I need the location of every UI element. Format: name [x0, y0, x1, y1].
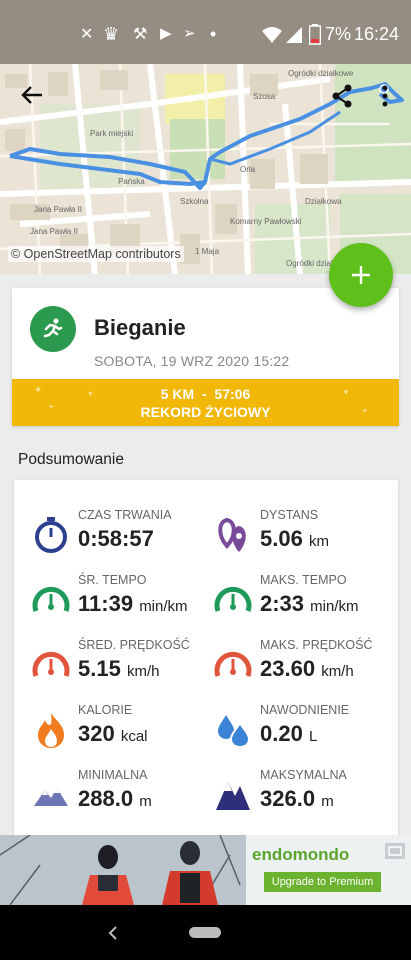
- map-label: Działkowa: [305, 197, 342, 206]
- wifi-icon: [262, 27, 282, 43]
- system-nav-bar: [0, 905, 411, 960]
- mountain-icon: [216, 782, 250, 810]
- ad-brand: endomondo: [252, 845, 350, 864]
- stat-value: 326.0 m: [260, 786, 334, 811]
- record-distance-time: 5 KM - 57:06: [160, 386, 251, 402]
- ad-info-icon[interactable]: [385, 843, 405, 859]
- route-map[interactable]: Ogródki działkowe Park miejski Pańska Sz…: [0, 64, 411, 274]
- stat-value: 11:39 min/km: [78, 591, 188, 616]
- speed-gauge-icon: [214, 652, 252, 677]
- sparkle-icon: ✦: [342, 387, 350, 397]
- clock: 16:24: [354, 24, 400, 44]
- map-label: 1 Maja: [195, 247, 220, 256]
- stat-value: 2:33 min/km: [260, 591, 359, 616]
- stat-label: CZAS TRWANIA: [78, 508, 172, 522]
- stat-value: 320 kcal: [78, 721, 148, 746]
- map-attribution[interactable]: © OpenStreetMap contributors: [8, 246, 184, 262]
- stat-distance: DYSTANS 5.06 km: [196, 502, 381, 562]
- stat-value: 23.60 km/h: [260, 656, 354, 681]
- overflow-menu-icon[interactable]: [380, 84, 390, 108]
- underarmour-notification-icon: ✕: [80, 26, 94, 43]
- map-label: Komarny Pawłowski: [230, 217, 302, 226]
- status-bar: ✕ ♛ ⚒ ▶ ➢ • 7% 16:24: [0, 0, 411, 64]
- flame-icon: [38, 713, 64, 748]
- stat-label: MAKS. TEMPO: [260, 573, 347, 587]
- running-icon: [30, 306, 76, 352]
- speed-gauge-icon: [32, 652, 70, 677]
- stat-label: ŚR. TEMPO: [78, 573, 147, 587]
- personal-record-banner[interactable]: 5 KM - 57:06 REKORD ŻYCIOWY ✦ ✦ ✦ ✦ ✦: [12, 379, 399, 426]
- map-label: Pańska: [118, 177, 145, 186]
- sparkle-icon: ✦: [34, 385, 43, 396]
- stat-value: 5.15 km/h: [78, 656, 160, 681]
- sparkle-icon: ✦: [87, 389, 94, 398]
- stat-max-altitude: MAKSYMALNA 326.0 m: [196, 762, 381, 822]
- add-button[interactable]: [329, 243, 393, 307]
- map-label: Jana Pawła II: [30, 227, 78, 236]
- ad-banner[interactable]: endomondo: [0, 835, 411, 905]
- stat-max-speed: MAKS. PRĘDKOŚĆ 23.60 km/h: [196, 632, 381, 692]
- sparkle-icon: ✦: [362, 408, 368, 415]
- distance-pins-icon: [218, 517, 246, 552]
- stat-hydration: NAWODNIENIE 0.20 L: [196, 697, 381, 757]
- map-label: Ogródki działkowe: [288, 69, 354, 78]
- summary-stats: CZAS TRWANIA 0:58:57 DYSTANS 5.06 km ŚR.…: [14, 480, 398, 836]
- stat-max-pace: MAKS. TEMPO 2:33 min/km: [196, 567, 381, 627]
- stat-value: 0.20 L: [260, 721, 318, 746]
- stat-value: 5.06 km: [260, 526, 329, 551]
- stat-label: KALORIE: [78, 703, 133, 717]
- nav-home-pill[interactable]: [189, 927, 221, 938]
- workout-date: SOBOTA, 19 WRZ 2020 15:22: [94, 353, 290, 369]
- stat-value: 288.0 m: [78, 786, 152, 811]
- sparkle-icon: ✦: [48, 404, 54, 411]
- stat-label: MINIMALNA: [78, 768, 148, 782]
- map-label: Jana Pawła II: [34, 205, 82, 214]
- back-arrow-icon[interactable]: [20, 85, 44, 105]
- signal-icon: [286, 27, 302, 43]
- plus-icon: [352, 266, 370, 284]
- pace-gauge-icon: [214, 587, 252, 612]
- stat-value: 0:58:57: [78, 526, 154, 551]
- ad-image: [0, 835, 411, 905]
- map-label: Park miejski: [90, 129, 133, 138]
- stat-min-altitude: MINIMALNA 288.0 m: [14, 762, 199, 822]
- summary-heading: Podsumowanie: [18, 451, 124, 468]
- stat-label: ŚRED. PRĘDKOŚĆ: [78, 638, 190, 652]
- record-label: REKORD ŻYCIOWY: [140, 404, 271, 420]
- nav-back-icon[interactable]: [107, 925, 119, 941]
- sport-title: Bieganie: [94, 315, 186, 340]
- stat-avg-speed: ŚRED. PRĘDKOŚĆ 5.15 km/h: [14, 632, 199, 692]
- battery-icon: [309, 24, 321, 45]
- stat-label: MAKSYMALNA: [260, 768, 347, 782]
- stopwatch-icon: [35, 517, 67, 553]
- stat-calories: KALORIE 320 kcal: [14, 697, 199, 757]
- pickaxe-notification-icon: ⚒: [133, 26, 148, 43]
- map-label: Szkolna: [180, 197, 209, 206]
- upgrade-premium-button[interactable]: Upgrade to Premium: [264, 872, 381, 892]
- stat-avg-pace: ŚR. TEMPO 11:39 min/km: [14, 567, 199, 627]
- stat-label: MAKS. PRĘDKOŚĆ: [260, 638, 373, 652]
- water-drops-icon: [218, 715, 251, 749]
- dot-notification-icon: •: [210, 24, 217, 44]
- stat-label: DYSTANS: [260, 508, 319, 522]
- crown-notification-icon: ♛: [103, 24, 120, 44]
- share-icon[interactable]: [331, 84, 353, 108]
- play-notification-icon: ▶: [160, 25, 172, 42]
- map-label: Szosa: [253, 92, 276, 101]
- mountain-icon: [34, 788, 68, 806]
- stat-label: NAWODNIENIE: [260, 703, 350, 717]
- pace-gauge-icon: [32, 587, 70, 612]
- map-label: Orla: [240, 165, 256, 174]
- send-notification-icon: ➢: [183, 25, 196, 42]
- workout-header-card: Bieganie SOBOTA, 19 WRZ 2020 15:22 5 KM …: [12, 288, 399, 426]
- battery-percent: 7%: [325, 24, 352, 44]
- stat-duration: CZAS TRWANIA 0:58:57: [14, 502, 199, 562]
